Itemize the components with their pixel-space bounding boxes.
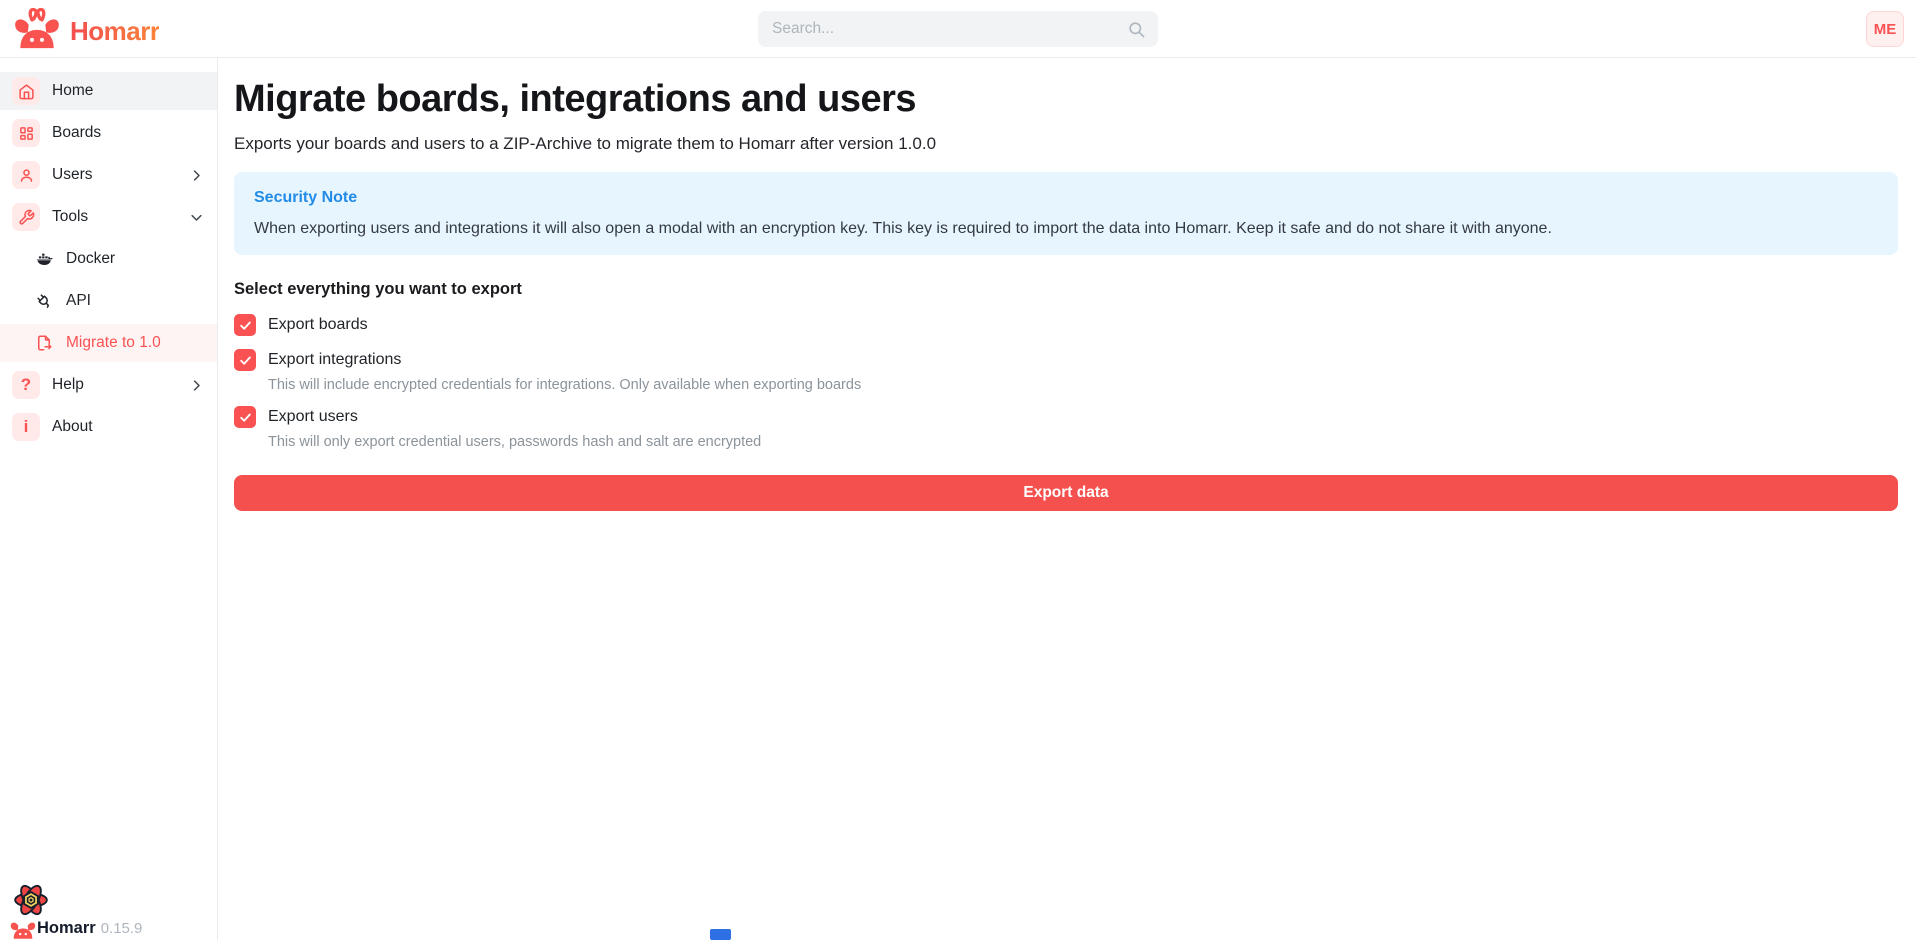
user-avatar[interactable]: ME [1866,11,1904,47]
plug-icon [33,290,55,312]
boards-grid-icon [12,119,40,147]
app-version-footer: Homarr 0.15.9 [37,919,142,938]
search-input[interactable] [772,20,1127,38]
file-export-icon [33,332,55,354]
home-icon [12,77,40,105]
page-title: Migrate boards, integrations and users [234,78,1898,121]
export-integrations-checkbox[interactable] [234,349,256,371]
select-export-label: Select everything you want to export [234,280,1898,299]
search-icon [1127,20,1146,39]
chevron-right-icon [189,168,204,183]
check-icon [239,411,252,424]
export-integrations-label[interactable]: Export integrations [268,351,401,369]
chevron-right-icon [189,378,204,393]
sidebar-item-label: Boards [52,124,101,142]
page-subtitle: Exports your boards and users to a ZIP-A… [234,134,1898,154]
security-note-alert: Security Note When exporting users and i… [234,172,1898,255]
sidebar-item-label: About [52,418,93,436]
sidebar-item-label: Help [52,376,84,394]
sidebar-item-label: API [66,292,91,310]
check-icon [239,319,252,332]
app-header: Homarr ME [0,0,1916,58]
sidebar-item-label: Users [52,166,92,184]
sidebar: Home Boards Users [0,58,218,940]
export-data-button[interactable]: Export data [234,475,1898,511]
app-logo[interactable]: Homarr [12,6,159,57]
sidebar-item-label: Docker [66,250,115,268]
info-icon: i [12,413,40,441]
question-mark-icon: ? [12,371,40,399]
sidebar-item-label: Tools [52,208,88,226]
sidebar-item-boards[interactable]: Boards [0,114,217,152]
main-content: Migrate boards, integrations and users E… [218,58,1916,940]
sidebar-item-migrate-to-1-0[interactable]: Migrate to 1.0 [0,324,217,362]
alert-title: Security Note [254,189,1878,207]
sidebar-footer: Homarr 0.15.9 [0,888,218,940]
alert-body: When exporting users and integrations it… [254,220,1878,238]
sidebar-item-about[interactable]: i About [0,408,217,446]
sidebar-item-label: Home [52,82,93,100]
react-query-devtools-icon[interactable] [12,881,50,924]
sidebar-item-help[interactable]: ? Help [0,366,217,404]
homarr-crab-logo-icon [12,6,62,57]
export-options: Export boards Export integrations This w… [234,314,1898,450]
export-users-checkbox[interactable] [234,406,256,428]
sidebar-nav: Home Boards Users [0,58,217,446]
search-bar[interactable] [758,11,1158,47]
export-integrations-row: Export integrations This will include en… [234,349,1898,393]
dev-indicator-bar[interactable] [710,929,731,940]
export-integrations-description: This will include encrypted credentials … [268,377,1898,393]
footer-version: 0.15.9 [101,920,143,937]
user-icon [12,161,40,189]
export-users-row: Export users This will only export crede… [234,406,1898,450]
sidebar-item-users[interactable]: Users [0,156,217,194]
wrench-icon [12,203,40,231]
chevron-down-icon [189,210,204,225]
sidebar-item-tools[interactable]: Tools [0,198,217,236]
sidebar-item-label: Migrate to 1.0 [66,334,161,352]
avatar-initials: ME [1874,21,1897,38]
export-users-label[interactable]: Export users [268,408,358,426]
sidebar-item-docker[interactable]: Docker [0,240,217,278]
export-boards-label[interactable]: Export boards [268,316,368,334]
sidebar-item-home[interactable]: Home [0,72,217,110]
check-icon [239,354,252,367]
app-title: Homarr [70,16,159,47]
docker-whale-icon [33,248,55,270]
export-boards-row: Export boards [234,314,1898,336]
export-boards-checkbox[interactable] [234,314,256,336]
sidebar-item-api[interactable]: API [0,282,217,320]
export-users-description: This will only export credential users, … [268,434,1898,450]
